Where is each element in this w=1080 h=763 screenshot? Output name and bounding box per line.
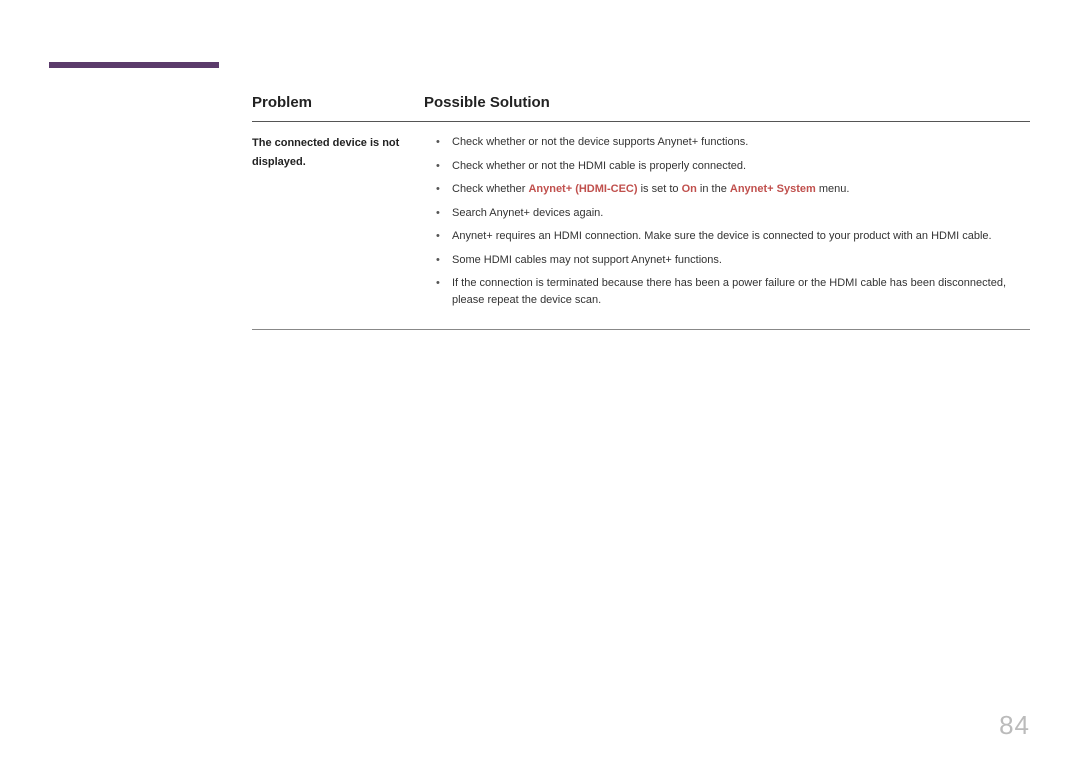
document-page: Problem Possible Solution The connected … xyxy=(0,0,1080,763)
solution-item: Some HDMI cables may not support Anynet+… xyxy=(424,252,1030,269)
col-header-problem: Problem xyxy=(252,94,424,111)
highlight-term: Anynet+ (HDMI-CEC) xyxy=(528,183,637,195)
solution-text: in the xyxy=(697,183,730,195)
solution-text: is set to xyxy=(638,183,682,195)
solution-text: menu. xyxy=(816,183,850,195)
solution-text: Check whether xyxy=(452,183,528,195)
solution-item: If the connection is terminated because … xyxy=(424,275,1030,308)
table-header-row: Problem Possible Solution xyxy=(252,62,1030,122)
solution-cell: Check whether or not the device supports… xyxy=(424,134,1030,315)
solution-list: Check whether or not the device supports… xyxy=(424,134,1030,308)
solution-item: Anynet+ requires an HDMI connection. Mak… xyxy=(424,228,1030,245)
highlight-term: On xyxy=(682,183,697,195)
page-number: 84 xyxy=(999,710,1030,741)
troubleshoot-table: Problem Possible Solution The connected … xyxy=(252,62,1030,330)
solution-item: Check whether or not the HDMI cable is p… xyxy=(424,158,1030,175)
solution-item: Search Anynet+ devices again. xyxy=(424,205,1030,222)
table-row: The connected device is not displayed. C… xyxy=(252,122,1030,330)
accent-bar xyxy=(49,62,219,68)
col-header-solution: Possible Solution xyxy=(424,94,1030,111)
solution-item: Check whether Anynet+ (HDMI-CEC) is set … xyxy=(424,181,1030,198)
solution-item: Check whether or not the device supports… xyxy=(424,134,1030,151)
problem-cell: The connected device is not displayed. xyxy=(252,134,424,315)
highlight-term: Anynet+ System xyxy=(730,183,816,195)
